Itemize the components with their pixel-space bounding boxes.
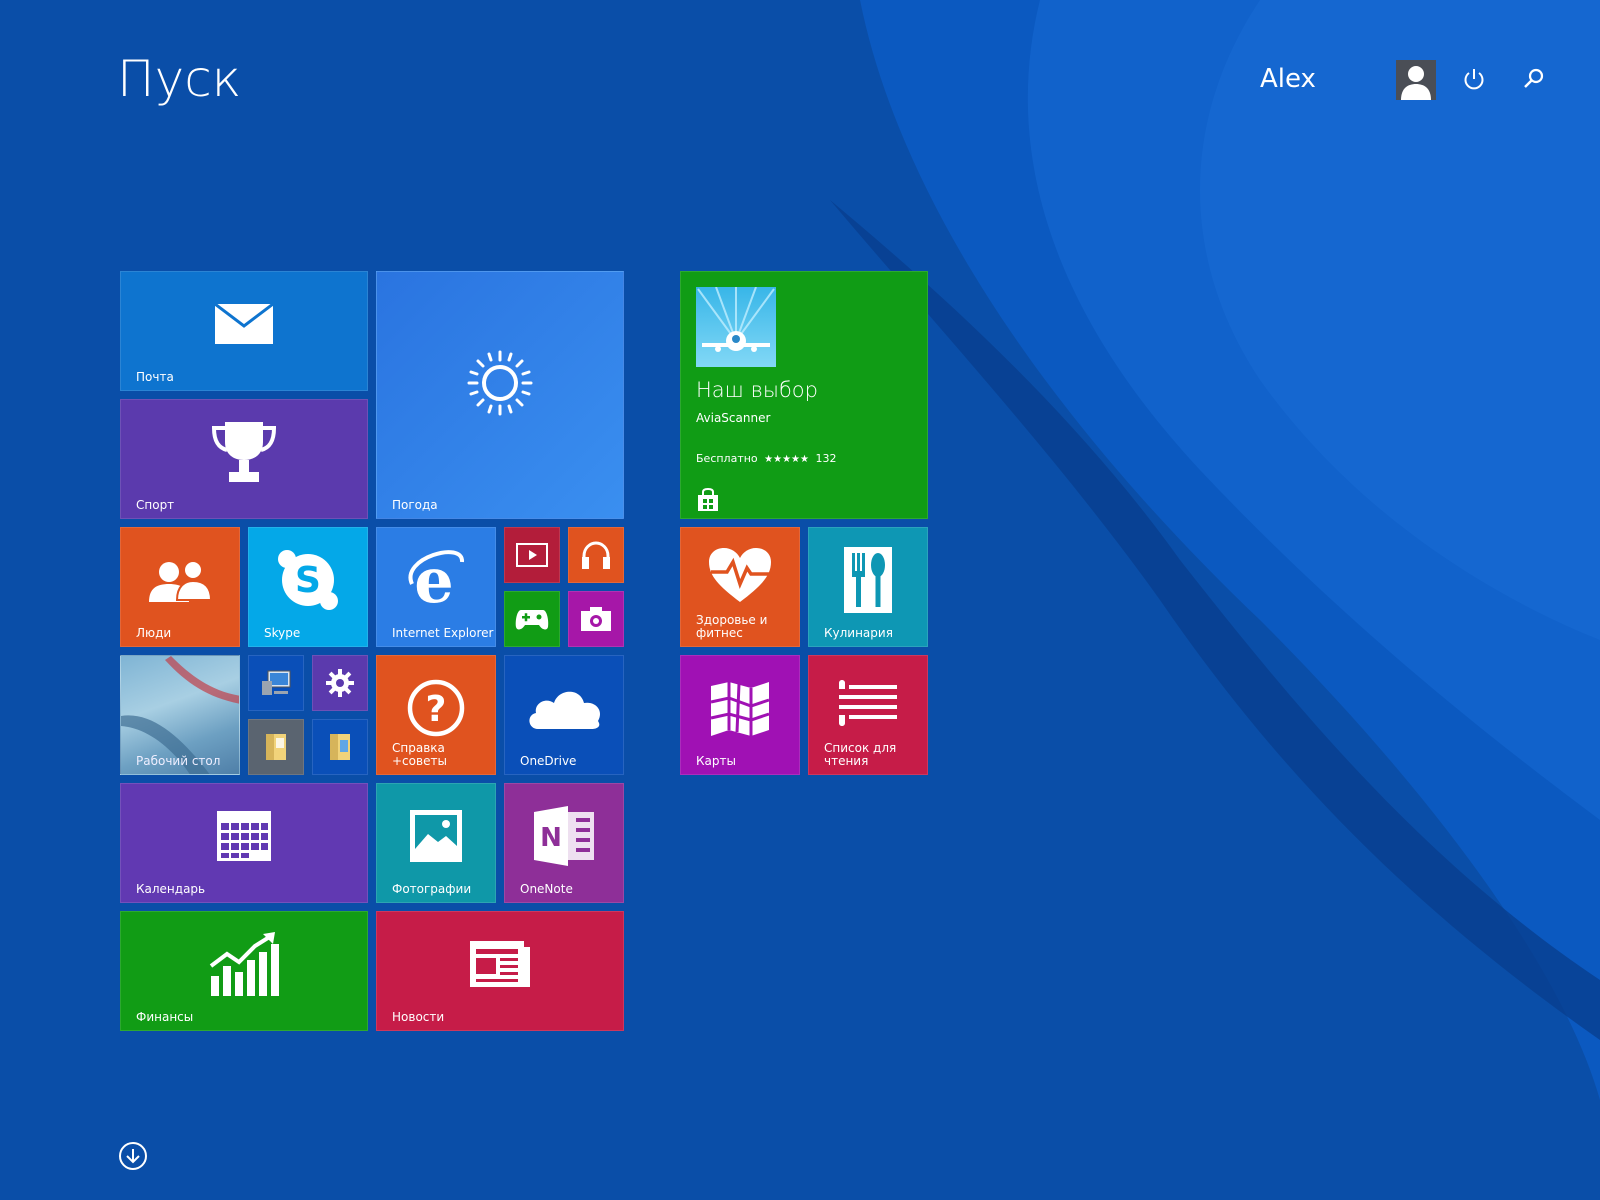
fork-spoon-icon xyxy=(844,546,892,613)
tile-label: Календарь xyxy=(136,882,206,896)
tile-label: OneNote xyxy=(520,882,573,896)
internet-explorer-icon: e xyxy=(408,548,464,612)
power-icon xyxy=(1464,69,1484,90)
heart-icon xyxy=(709,548,771,603)
calendar-icon xyxy=(217,810,271,861)
tile-label: Финансы xyxy=(136,1010,194,1024)
tile-internet-explorer[interactable]: e Internet Explorer xyxy=(376,527,496,647)
camera-icon xyxy=(581,607,611,631)
tile-news[interactable]: Новости xyxy=(376,911,624,1031)
tile-camera[interactable] xyxy=(568,591,624,647)
tile-people[interactable]: Люди xyxy=(120,527,240,647)
store-rating-row: Бесплатно ★★★★★ 132 xyxy=(696,452,836,465)
store-app-name: AviaScanner xyxy=(696,411,771,425)
user-avatar[interactable] xyxy=(1396,60,1436,100)
computer-icon xyxy=(262,670,291,695)
mail-icon xyxy=(215,303,273,344)
user-icon xyxy=(1401,66,1431,100)
onenote-icon: N xyxy=(534,805,594,866)
tile-games[interactable] xyxy=(504,591,560,647)
tile-desktop[interactable]: Рабочий стол xyxy=(120,655,240,775)
sun-icon xyxy=(467,350,533,416)
tile-label: Справка +советы xyxy=(392,742,447,768)
tile-health[interactable]: Здоровье и фитнес xyxy=(680,527,800,647)
store-bag-icon xyxy=(698,488,718,511)
tile-label: Список для чтения xyxy=(824,742,896,768)
all-apps-button[interactable] xyxy=(118,1141,148,1171)
tile-mail[interactable]: Почта xyxy=(120,271,368,391)
skype-icon: S xyxy=(278,549,338,610)
tile-settings[interactable] xyxy=(312,655,368,711)
newspaper-icon xyxy=(470,940,530,987)
tile-label: Почта xyxy=(136,370,174,384)
cloud-icon xyxy=(529,691,601,729)
video-icon xyxy=(516,543,548,567)
tile-label: OneDrive xyxy=(520,754,577,768)
store-stars: ★★★★★ xyxy=(764,454,809,465)
tile-label: Skype xyxy=(264,626,301,640)
svg-text:e: e xyxy=(414,548,453,612)
tile-label: Карты xyxy=(696,754,736,768)
tile-label: Рабочий стол xyxy=(136,754,221,768)
photo-icon xyxy=(410,809,462,862)
chart-icon xyxy=(209,931,279,996)
tile-label: Фотографии xyxy=(392,882,472,896)
tile-label: Здоровье и фитнес xyxy=(696,614,767,640)
tile-maps[interactable]: Карты xyxy=(680,655,800,775)
tile-calendar[interactable]: Календарь xyxy=(120,783,368,903)
store-price: Бесплатно xyxy=(696,452,758,465)
tile-store[interactable]: Наш выбор AviaScanner Бесплатно ★★★★★ 13… xyxy=(680,271,928,519)
tile-video[interactable] xyxy=(504,527,560,583)
headphones-icon xyxy=(582,541,610,569)
search-icon xyxy=(1524,68,1544,88)
tile-label: Новости xyxy=(392,1010,445,1024)
search-button[interactable] xyxy=(1518,64,1548,94)
reading-list-icon xyxy=(839,680,897,727)
trophy-icon xyxy=(211,421,277,482)
tile-reading-list[interactable]: Список для чтения xyxy=(808,655,928,775)
folder-icon xyxy=(266,734,286,760)
people-icon xyxy=(149,559,213,602)
svg-text:N: N xyxy=(540,823,562,853)
arrow-down-circle-icon xyxy=(119,1142,147,1170)
airplane-icon xyxy=(697,286,775,352)
tile-label-line2: фитнес xyxy=(696,626,743,640)
svg-text:S: S xyxy=(295,560,321,601)
tile-label: Internet Explorer xyxy=(392,626,494,640)
tile-photos[interactable]: Фотографии xyxy=(376,783,496,903)
tile-music[interactable] xyxy=(568,527,624,583)
help-icon: ? xyxy=(407,679,465,737)
svg-text:?: ? xyxy=(426,689,447,730)
tile-this-pc[interactable] xyxy=(248,655,304,711)
tile-label: Погода xyxy=(392,498,438,512)
app-thumbnail xyxy=(696,286,776,367)
tile-sport[interactable]: Спорт xyxy=(120,399,368,519)
page-title: Пуск xyxy=(117,50,242,108)
tile-skype[interactable]: S Skype xyxy=(248,527,368,647)
gamepad-icon xyxy=(515,610,549,630)
power-button[interactable] xyxy=(1459,64,1489,94)
tile-finance[interactable]: Финансы xyxy=(120,911,368,1031)
tile-folder[interactable] xyxy=(248,719,304,775)
gear-icon xyxy=(326,669,354,697)
file-explorer-icon xyxy=(330,734,350,760)
store-heading: Наш выбор xyxy=(696,378,818,402)
user-name[interactable]: Alex xyxy=(1260,64,1316,94)
tile-label: Люди xyxy=(136,626,172,640)
tile-file-explorer[interactable] xyxy=(312,719,368,775)
tile-label: Кулинария xyxy=(824,626,893,640)
tile-help[interactable]: ? Справка +советы xyxy=(376,655,496,775)
map-icon xyxy=(710,681,770,736)
tile-label: Спорт xyxy=(136,498,175,512)
tile-food[interactable]: Кулинария xyxy=(808,527,928,647)
store-rating-count: 132 xyxy=(815,452,837,465)
tile-label-line2: +советы xyxy=(392,754,447,768)
tile-onenote[interactable]: N OneNote xyxy=(504,783,624,903)
tile-weather[interactable]: Погода xyxy=(376,271,624,519)
tile-label-line2: чтения xyxy=(824,754,869,768)
tile-onedrive[interactable]: OneDrive xyxy=(504,655,624,775)
